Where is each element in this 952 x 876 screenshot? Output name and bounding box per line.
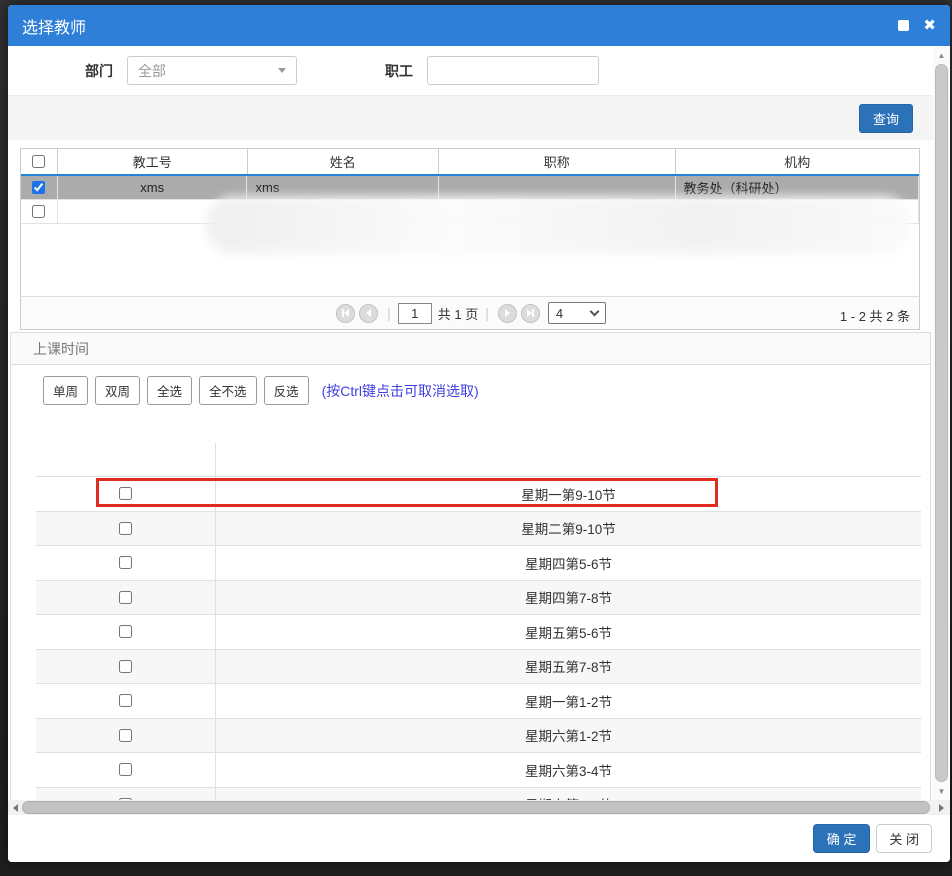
staff-label: 职工: [385, 61, 413, 81]
teacher-table-body: xmsxms 教务处（科研处）: [21, 176, 919, 224]
schedule-row[interactable]: 星期一第9-10节: [36, 477, 921, 512]
teacher-id-cell: xms: [58, 176, 248, 199]
scroll-up-icon[interactable]: ▲: [933, 48, 950, 62]
schedule-row[interactable]: 星期四第5-6节: [36, 546, 921, 581]
schedule-row-checkbox[interactable]: [119, 522, 132, 535]
page-size-value: 4: [556, 306, 591, 321]
week-button-全不选[interactable]: 全不选: [199, 376, 257, 405]
last-page-button[interactable]: [521, 304, 540, 323]
schedule-slot-label: 星期四第7-8节: [216, 581, 921, 615]
pagination-bar: | 共 1 页 | 4 1 - 2 共 2 条: [20, 296, 920, 330]
col-header-title: 职称: [439, 149, 675, 174]
teacher-row-checkbox[interactable]: [32, 205, 45, 218]
schedule-row[interactable]: 星期四第7-8节: [36, 581, 921, 616]
dialog-content: 部门 全部 职工 查询 教工号 姓名 职称 机构 xmsxms 教务处（科研处）: [8, 46, 950, 862]
ok-button[interactable]: 确 定: [813, 824, 871, 853]
class-time-section-title: 上课时间: [11, 332, 930, 365]
teacher-table-header: 教工号 姓名 职称 机构: [21, 149, 919, 176]
schedule-slot-label: 星期二第9-10节: [216, 512, 921, 546]
teacher-row[interactable]: [21, 200, 919, 224]
close-button[interactable]: 关 闭: [876, 824, 932, 853]
schedule-row-checkbox[interactable]: [119, 660, 132, 673]
dialog-footer: 确 定 关 闭: [8, 815, 950, 862]
schedule-slot-label: 星期五第7-8节: [216, 650, 921, 684]
record-range-label: 1 - 2 共 2 条: [840, 306, 910, 325]
prev-page-button[interactable]: [359, 304, 378, 323]
schedule-row-checkbox[interactable]: [119, 763, 132, 776]
schedule-row-checkbox[interactable]: [119, 625, 132, 638]
schedule-row-checkbox[interactable]: [119, 591, 132, 604]
scroll-left-icon[interactable]: [9, 800, 21, 815]
schedule-row-checkbox[interactable]: [119, 556, 132, 569]
maximize-icon[interactable]: [898, 20, 909, 31]
week-button-单周[interactable]: 单周: [43, 376, 88, 405]
page-size-select[interactable]: 4: [548, 302, 606, 324]
horizontal-scrollbar: [8, 800, 950, 815]
schedule-row[interactable]: 星期二第9-10节: [36, 512, 921, 547]
page-total-label: 共 1 页: [438, 304, 478, 323]
department-select-value: 全部: [138, 61, 278, 81]
week-button-双周[interactable]: 双周: [95, 376, 140, 405]
department-select[interactable]: 全部: [127, 56, 297, 85]
select-all-cell: [21, 149, 58, 174]
horizontal-scrollbar-thumb[interactable]: [22, 801, 930, 814]
teacher-org-cell: 教务处（科研处）: [676, 176, 919, 199]
teacher-row[interactable]: xmsxms 教务处（科研处）: [21, 176, 919, 200]
class-time-panel: 上课时间 单周双周全选全不选反选 (按Ctrl键点击可取消选取) 星期一第9-1…: [10, 332, 931, 800]
schedule-row[interactable]: 星期六第1-2节: [36, 719, 921, 754]
first-page-button[interactable]: [336, 304, 355, 323]
week-button-全选[interactable]: 全选: [147, 376, 192, 405]
dialog-titlebar: 选择教师 ✖: [8, 5, 950, 46]
week-buttons-row: 单周双周全选全不选反选 (按Ctrl键点击可取消选取): [43, 376, 930, 405]
schedule-row[interactable]: 星期五第5-6节: [36, 615, 921, 650]
schedule-slot-label: 星期六第5-6节: [216, 788, 921, 801]
ctrl-click-hint: (按Ctrl键点击可取消选取): [322, 381, 479, 401]
staff-input[interactable]: [427, 56, 599, 85]
schedule-row-checkbox[interactable]: [119, 487, 132, 500]
teacher-row-checkbox[interactable]: [32, 181, 45, 194]
department-label: 部门: [85, 61, 113, 81]
schedule-row[interactable]: 星期六第3-4节: [36, 753, 921, 788]
schedule-slot-label: 星期四第5-6节: [216, 546, 921, 580]
select-all-checkbox[interactable]: [32, 155, 45, 168]
teacher-name-cell: [247, 200, 439, 223]
schedule-slot-label: 星期六第1-2节: [216, 719, 921, 753]
teacher-name-cell: xms: [247, 176, 439, 199]
col-header-teacher-id: 教工号: [58, 149, 248, 174]
chevron-down-icon: [589, 306, 599, 316]
schedule-slot-label: 星期一第1-2节: [216, 684, 921, 718]
next-page-button[interactable]: [498, 304, 517, 323]
schedule-empty-row: [36, 443, 921, 477]
dialog-title: 选择教师: [22, 14, 86, 38]
page-number-input[interactable]: [398, 303, 432, 324]
schedule-slot-label: 星期五第5-6节: [216, 615, 921, 649]
week-button-反选[interactable]: 反选: [264, 376, 309, 405]
scroll-right-icon[interactable]: [935, 800, 947, 815]
vertical-scrollbar-thumb[interactable]: [935, 64, 948, 782]
schedule-row[interactable]: 星期六第5-6节: [36, 788, 921, 801]
teacher-title-cell: [439, 200, 675, 223]
schedule-slot-label: 星期六第3-4节: [216, 753, 921, 787]
schedule-slot-label: 星期一第9-10节: [216, 477, 921, 511]
vertical-scrollbar: ▲ ▼: [933, 46, 950, 800]
chevron-down-icon: [278, 68, 286, 73]
col-header-name: 姓名: [248, 149, 440, 174]
query-button[interactable]: 查询: [859, 104, 913, 133]
filter-row: 部门 全部 职工: [8, 46, 933, 95]
select-teacher-dialog: 选择教师 ✖ 部门 全部 职工 查询 教工号 姓名 职称: [8, 5, 950, 862]
schedule-table: 星期一第9-10节星期二第9-10节星期四第5-6节星期四第7-8节星期五第5-…: [36, 443, 921, 800]
col-header-org: 机构: [676, 149, 919, 174]
close-icon[interactable]: ✖: [923, 18, 936, 33]
schedule-row-checkbox[interactable]: [119, 694, 132, 707]
scroll-down-icon[interactable]: ▼: [933, 784, 950, 798]
query-band: 查询: [8, 95, 933, 140]
schedule-row[interactable]: 星期一第1-2节: [36, 684, 921, 719]
schedule-row[interactable]: 星期五第7-8节: [36, 650, 921, 685]
schedule-row-checkbox[interactable]: [119, 729, 132, 742]
teacher-org-cell: [676, 200, 919, 223]
teacher-id-cell: [58, 200, 248, 223]
teacher-title-cell: [439, 176, 675, 199]
